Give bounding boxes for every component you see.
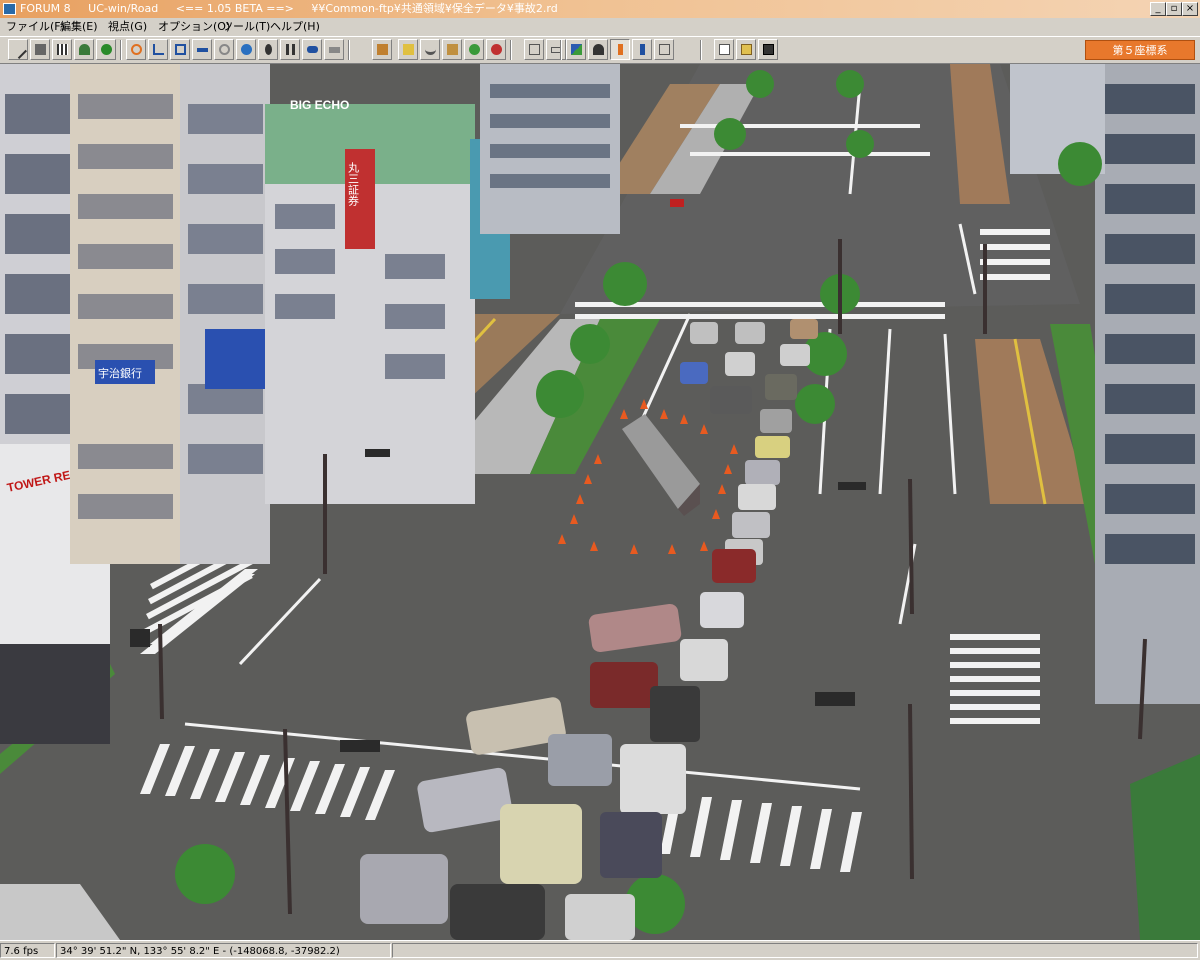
view-side-icon[interactable]	[546, 39, 566, 60]
bottom-right-grass	[1130, 754, 1200, 940]
bank-sign: 宇治銀行	[98, 366, 142, 380]
scene-icon[interactable]	[372, 39, 392, 60]
car-icon[interactable]	[302, 39, 322, 60]
toolbar: 第５座標系	[0, 36, 1200, 64]
blue-banner	[205, 329, 267, 389]
move-icon[interactable]	[126, 39, 146, 60]
walk-view-icon[interactable]	[610, 39, 630, 60]
model-icon[interactable]	[486, 39, 506, 60]
toolbar-separator	[120, 40, 122, 60]
camera-icon[interactable]	[654, 39, 674, 60]
zoom-icon[interactable]	[192, 39, 212, 60]
status-bar: 7.6 fps 34° 39' 51.2" N, 133° 55' 8.2" E…	[0, 940, 1200, 960]
securities-sign: 丸三証券	[347, 162, 360, 206]
menu-edit[interactable]: 編集(E)	[60, 18, 98, 36]
bridge-icon[interactable]	[420, 39, 440, 60]
fly-view-icon[interactable]	[632, 39, 652, 60]
record-icon[interactable]	[258, 39, 278, 60]
restore-icon[interactable]: ▫	[1166, 2, 1182, 16]
fps-readout: 7.6 fps	[0, 943, 55, 958]
globe-icon[interactable]	[236, 39, 256, 60]
product-name: UC-win/Road	[88, 2, 159, 15]
status-panel-empty	[392, 943, 1198, 958]
window-title: FORUM 8 UC-win/Road <== 1.05 BETA ==> ¥¥…	[20, 0, 572, 18]
menu-bar: ファイル(F) 編集(E) 視点(G) オプション(O) ツール(T) ヘルプ(…	[0, 18, 1200, 36]
pedestrian-icon[interactable]	[74, 39, 94, 60]
menu-options[interactable]: オプション(O)	[158, 18, 230, 36]
perspective-icon[interactable]	[566, 39, 586, 60]
app-logo-icon	[3, 3, 16, 15]
building-left-2-windows	[78, 94, 173, 519]
menu-tools[interactable]: ツール(T)	[222, 18, 270, 36]
menu-help[interactable]: ヘルプ(H)	[270, 18, 320, 36]
toolbar-separator	[700, 40, 702, 60]
new-file-icon[interactable]	[714, 39, 734, 60]
rotate-icon[interactable]	[214, 39, 234, 60]
building-icon[interactable]	[442, 39, 462, 60]
minimize-icon[interactable]: _	[1150, 2, 1166, 16]
coordinate-system-badge[interactable]: 第５座標系	[1085, 40, 1195, 60]
big-echo-sign: BIG ECHO	[290, 98, 349, 112]
3d-viewport[interactable]: TOWER RECORDS 宇治銀行 BIG ECHO 丸三証券	[0, 64, 1200, 940]
pause-icon[interactable]	[280, 39, 300, 60]
toolbar-separator	[510, 40, 512, 60]
anchor-icon[interactable]	[148, 39, 168, 60]
tree-icon[interactable]	[96, 39, 116, 60]
driver-view-icon[interactable]	[588, 39, 608, 60]
version-label: <== 1.05 BETA ==>	[175, 2, 294, 15]
sign-icon[interactable]	[398, 39, 418, 60]
bus-icon[interactable]	[324, 39, 344, 60]
menu-view[interactable]: 視点(G)	[108, 18, 147, 36]
app-name: FORUM 8	[20, 2, 71, 15]
intersection-icon[interactable]	[52, 39, 72, 60]
close-icon[interactable]: ×	[1182, 2, 1198, 16]
shopfront-left	[0, 644, 110, 744]
geo-position-readout: 34° 39' 51.2" N, 133° 55' 8.2" E - (-148…	[56, 943, 391, 958]
save-file-icon[interactable]	[758, 39, 778, 60]
pan-icon[interactable]	[170, 39, 190, 60]
file-path: ¥¥Common-ftp¥共通領域¥保全データ¥事故2.rd	[311, 2, 558, 15]
open-file-icon[interactable]	[736, 39, 756, 60]
toolbar-separator	[348, 40, 350, 60]
forest-icon[interactable]	[464, 39, 484, 60]
toolbar-separator	[560, 40, 562, 60]
road-edit-icon[interactable]	[8, 39, 28, 60]
cross-section-icon[interactable]	[30, 39, 50, 60]
menu-file[interactable]: ファイル(F)	[6, 18, 65, 36]
title-bar: FORUM 8 UC-win/Road <== 1.05 BETA ==> ¥¥…	[0, 0, 1200, 18]
view-front-icon[interactable]	[524, 39, 544, 60]
